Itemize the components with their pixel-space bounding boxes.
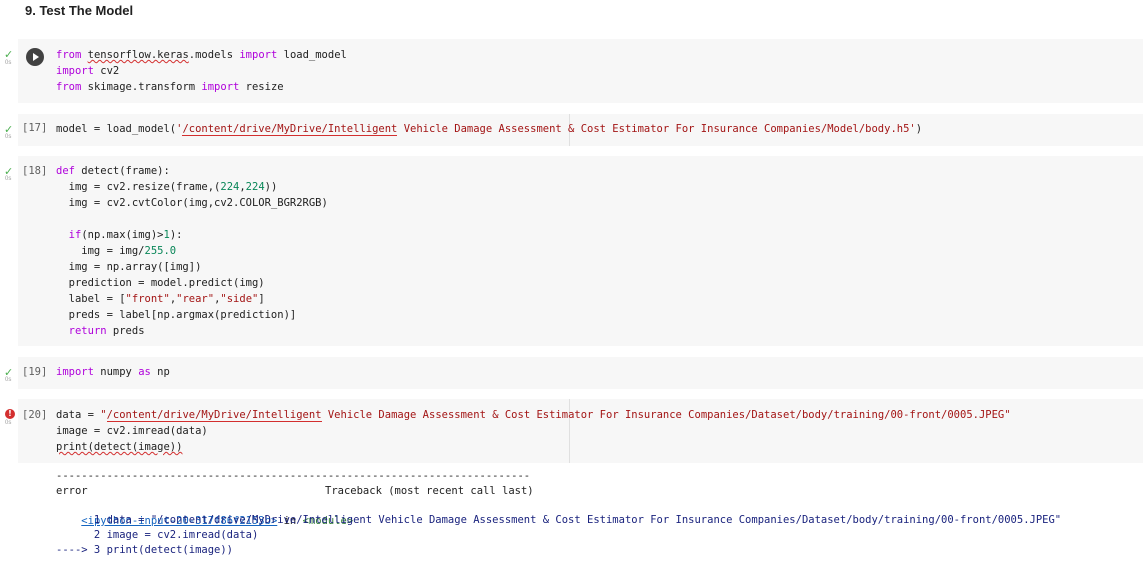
run-duration: 0s	[5, 176, 12, 182]
execution-count: [20]	[22, 409, 48, 421]
run-cell-button[interactable]	[26, 48, 44, 66]
success-check-icon: ✓	[4, 48, 14, 61]
error-name: error	[56, 485, 88, 497]
traceback-line-current: ----> 3 print(detect(image))	[56, 544, 234, 556]
error-icon: !	[5, 409, 15, 419]
execution-count: [19]	[22, 366, 48, 378]
execution-count: [18]	[22, 165, 48, 177]
code-editor[interactable]: data = "/content/drive/MyDrive/Intellige…	[56, 407, 1011, 455]
traceback-label: Traceback (most recent call last)	[325, 485, 534, 497]
code-cell-numpy[interactable]	[18, 357, 1143, 389]
execution-count: [17]	[22, 122, 48, 134]
code-editor[interactable]: from tensorflow.keras.models import load…	[56, 47, 347, 95]
traceback-line: 2 image = cv2.imread(data)	[56, 529, 259, 541]
section-heading: 9. Test The Model	[25, 3, 134, 18]
code-editor[interactable]: model = load_model('/content/drive/MyDri…	[56, 121, 922, 137]
traceback-line: 1 data = "/content/drive/MyDrive/Intelli…	[56, 514, 1062, 526]
traceback-separator: ----------------------------------------…	[56, 470, 531, 482]
code-editor[interactable]: import numpy as np	[56, 364, 170, 380]
run-duration: 0s	[5, 134, 12, 140]
run-duration: 0s	[5, 60, 12, 66]
run-duration: 0s	[5, 377, 12, 383]
code-editor[interactable]: def detect(frame): img = cv2.resize(fram…	[56, 163, 328, 339]
run-duration: 0s	[5, 420, 12, 426]
